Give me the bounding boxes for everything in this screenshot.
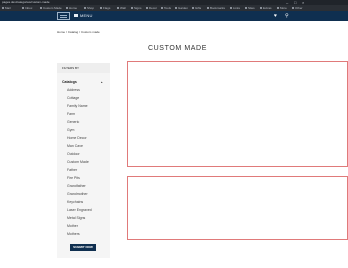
breadcrumb-current: Custom made (81, 30, 100, 34)
breadcrumb-separator: / (79, 30, 81, 34)
category-item[interactable]: Man Cave (67, 144, 92, 152)
breadcrumb-catalog[interactable]: Catalog (68, 30, 78, 34)
category-item[interactable]: Keychains (67, 200, 92, 208)
category-item[interactable]: Generic (67, 120, 92, 128)
category-item[interactable]: Farm (67, 112, 92, 120)
breadcrumb-home[interactable]: Home (57, 30, 65, 34)
bookmark-item[interactable]: Bookmarks (207, 6, 225, 10)
bookmark-item[interactable]: Sites (245, 6, 255, 10)
category-item[interactable]: Laser Engraved (67, 208, 92, 216)
bookmark-item[interactable]: Other (292, 6, 303, 10)
bookmark-item[interactable]: Mail (2, 6, 11, 10)
bookmark-item[interactable]: Gifts (192, 6, 201, 10)
category-item[interactable]: Family Name (67, 104, 92, 112)
bookmark-item[interactable]: Wall (117, 6, 126, 10)
collapse-caret-icon[interactable]: ▴ (101, 80, 103, 84)
category-item[interactable]: Home Decor (67, 136, 92, 144)
category-item[interactable]: Fire Pits (67, 176, 92, 184)
site-header: MENU ♥ ⚲ (0, 11, 348, 21)
category-item[interactable]: Father (67, 168, 92, 176)
bookmark-item[interactable]: More (277, 6, 287, 10)
category-item[interactable]: Cottage (67, 96, 92, 104)
bookmark-item[interactable]: Garden (175, 6, 188, 10)
category-item[interactable]: Outdoor (67, 152, 92, 160)
submit-button[interactable]: SUBMIT NOW (70, 244, 96, 251)
category-item[interactable]: Mothers (67, 232, 92, 240)
bookmark-item[interactable]: Home (66, 6, 77, 10)
bookmark-item[interactable]: Extras (260, 6, 272, 10)
bookmark-item[interactable]: Custom Made (40, 6, 62, 10)
category-list: Address Cottage Family Name Farm Generic… (67, 88, 92, 240)
menu-label: MENU (80, 13, 93, 18)
breadcrumb-separator: / (66, 30, 67, 34)
page-title: CUSTOM MADE (148, 45, 207, 52)
product-card[interactable] (127, 61, 348, 167)
search-icon[interactable]: ⚲ (285, 13, 289, 19)
bookmark-item[interactable]: Links (230, 6, 240, 10)
filter-group-label[interactable]: Catalogs (62, 80, 77, 84)
bookmark-item[interactable]: Shop (84, 6, 94, 10)
product-card[interactable] (127, 176, 348, 240)
bookmark-item[interactable]: Flags (100, 6, 110, 10)
menu-button[interactable]: MENU (74, 13, 93, 19)
category-item[interactable]: Custom Made (67, 160, 92, 168)
category-item[interactable]: Metal Signs (67, 216, 92, 224)
hamburger-icon (74, 14, 78, 17)
filters-header: FILTERS BY (57, 63, 110, 73)
category-item[interactable]: Gym (67, 128, 92, 136)
breadcrumb: Home/Catalog/Custom made (57, 30, 100, 34)
category-item[interactable]: Grandmother (67, 192, 92, 200)
category-item[interactable]: Grandfather (67, 184, 92, 192)
bookmark-item[interactable]: Inbox (22, 6, 32, 10)
filter-panel: Catalogs ▴ Address Cottage Family Name F… (57, 73, 110, 258)
category-item[interactable]: Mother (67, 224, 92, 232)
bookmark-item[interactable]: Tools (161, 6, 171, 10)
category-item[interactable]: Address (67, 88, 92, 96)
heart-icon[interactable]: ♥ (274, 13, 277, 19)
bookmark-item[interactable]: Decor (146, 6, 157, 10)
site-logo[interactable] (57, 12, 70, 20)
bookmark-item[interactable]: Signs (131, 6, 142, 10)
